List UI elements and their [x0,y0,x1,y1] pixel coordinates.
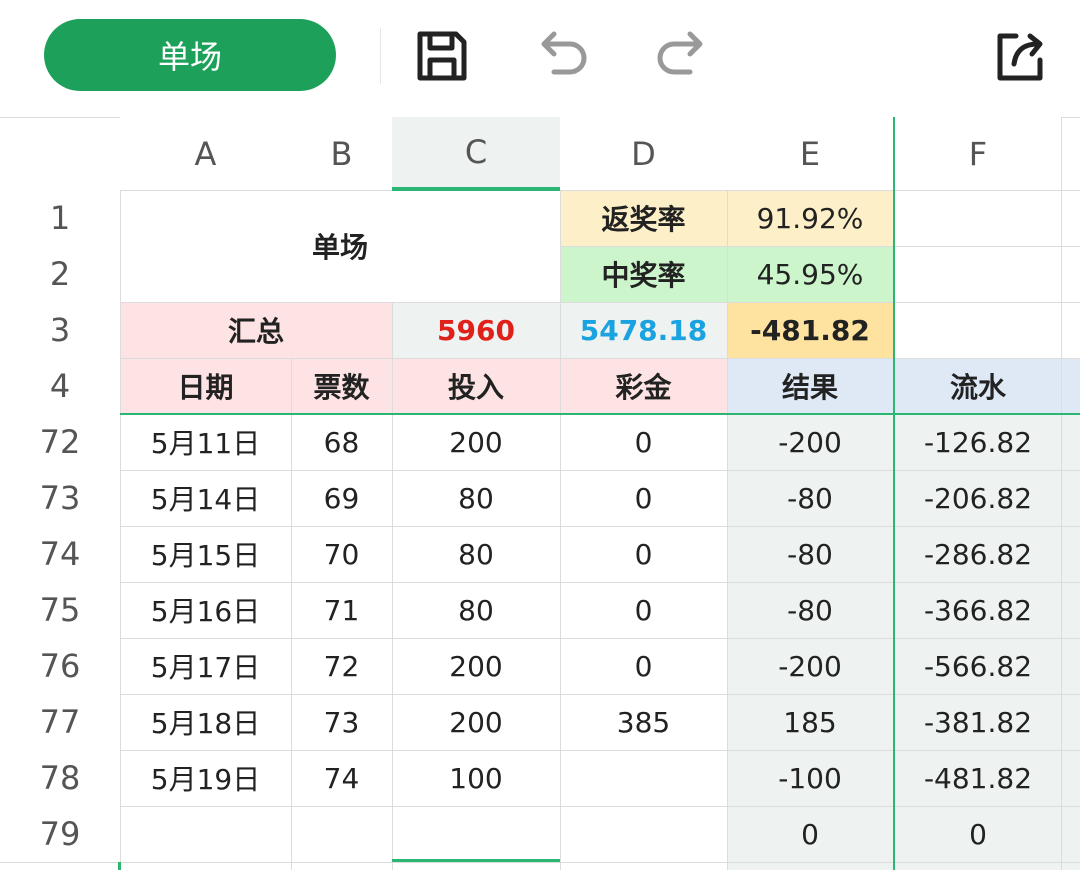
prize-cell[interactable]: 0 [560,582,727,638]
input-cell[interactable]: 100 [392,750,560,806]
prize-cell[interactable]: 385 [560,694,727,750]
header-result[interactable]: 结果 [727,358,893,414]
prize-cell[interactable]: 0 [560,526,727,582]
flow-cell[interactable]: -366.82 [895,582,1061,638]
date-cell[interactable]: 5月16日 [120,582,291,638]
result-cell[interactable]: -80 [727,526,893,582]
return-rate-value[interactable]: 91.92% [727,190,893,246]
header-input[interactable]: 投入 [392,358,560,414]
result-cell[interactable]: -200 [727,414,893,470]
input-cell[interactable]: 200 [392,638,560,694]
row-header[interactable]: 73 [0,470,120,526]
total-input-value[interactable]: 5960 [392,302,560,358]
flow-cell[interactable]: -126.82 [895,414,1061,470]
sheet-title-cell[interactable]: 单场 [120,190,560,302]
prize-cell[interactable]: 0 [560,414,727,470]
save-icon[interactable] [412,26,472,86]
date-cell[interactable]: 5月19日 [120,750,291,806]
return-rate-label[interactable]: 返奖率 [560,190,727,246]
flow-cell[interactable]: -566.82 [895,638,1061,694]
header-prize[interactable]: 彩金 [560,358,727,414]
prize-cell[interactable] [560,750,727,806]
flow-cell[interactable]: -206.82 [895,470,1061,526]
flow-cell[interactable]: -286.82 [895,526,1061,582]
result-cell[interactable]: 0 [727,806,893,862]
date-cell[interactable]: 5月11日 [120,414,291,470]
tickets-cell[interactable]: 73 [291,694,392,750]
flow-cell[interactable]: -481.82 [895,750,1061,806]
header-flow[interactable]: 流水 [895,358,1061,414]
row-header[interactable]: 76 [0,638,120,694]
row-header[interactable]: 77 [0,694,120,750]
date-cell[interactable]: 5月17日 [120,638,291,694]
total-label[interactable]: 汇总 [120,302,392,358]
column-header-d[interactable]: D [560,117,727,190]
input-cell[interactable] [392,806,560,862]
prize-cell[interactable] [560,806,727,862]
tickets-cell[interactable]: 71 [291,582,392,638]
tickets-cell[interactable]: 68 [291,414,392,470]
tickets-cell[interactable]: 72 [291,638,392,694]
row-header[interactable]: 1 [0,190,120,246]
input-cell[interactable]: 80 [392,526,560,582]
row-header[interactable]: 72 [0,414,120,470]
date-cell[interactable]: 5月18日 [120,694,291,750]
toolbar-divider [380,28,381,84]
column-header-c[interactable]: C [392,117,560,187]
tickets-cell[interactable]: 70 [291,526,392,582]
toolbar: 单场 [0,0,1080,117]
row-header[interactable]: 3 [0,302,120,358]
column-header-a[interactable]: A [120,117,291,190]
prize-cell[interactable]: 0 [560,470,727,526]
prize-cell[interactable]: 0 [560,638,727,694]
sheet-name-button[interactable]: 单场 [44,19,336,91]
total-prize-value[interactable]: 5478.18 [560,302,727,358]
header-tickets[interactable]: 票数 [291,358,392,414]
win-rate-value[interactable]: 45.95% [727,246,893,302]
redo-icon[interactable] [652,26,712,86]
column-header-b[interactable]: B [291,117,392,190]
result-cell[interactable]: -80 [727,470,893,526]
row-header[interactable]: 74 [0,526,120,582]
result-cell[interactable]: -100 [727,750,893,806]
row-header[interactable]: 78 [0,750,120,806]
result-cell[interactable]: -80 [727,582,893,638]
input-cell[interactable]: 80 [392,470,560,526]
row-header[interactable]: 2 [0,246,120,302]
undo-icon[interactable] [532,26,592,86]
row-header[interactable]: 79 [0,806,120,862]
total-result-value[interactable]: -481.82 [727,302,893,358]
input-cell[interactable]: 80 [392,582,560,638]
spreadsheet-grid: A B C D E F 1 2 3 4 72 73 74 75 76 77 78… [0,117,1080,870]
row-header[interactable]: 4 [0,358,120,414]
date-cell[interactable] [120,806,291,862]
input-cell[interactable]: 200 [392,414,560,470]
tickets-cell[interactable] [291,806,392,862]
flow-cell[interactable]: -381.82 [895,694,1061,750]
column-header-f[interactable]: F [895,117,1061,190]
flow-cell[interactable]: 0 [895,806,1061,862]
row-header[interactable]: 75 [0,582,120,638]
input-cell[interactable]: 200 [392,694,560,750]
share-icon[interactable] [990,26,1050,86]
date-cell[interactable]: 5月15日 [120,526,291,582]
tickets-cell[interactable]: 74 [291,750,392,806]
tickets-cell[interactable]: 69 [291,470,392,526]
result-cell[interactable]: 185 [727,694,893,750]
date-cell[interactable]: 5月14日 [120,470,291,526]
header-date[interactable]: 日期 [120,358,291,414]
result-cell[interactable]: -200 [727,638,893,694]
win-rate-label[interactable]: 中奖率 [560,246,727,302]
column-header-e[interactable]: E [727,117,893,190]
